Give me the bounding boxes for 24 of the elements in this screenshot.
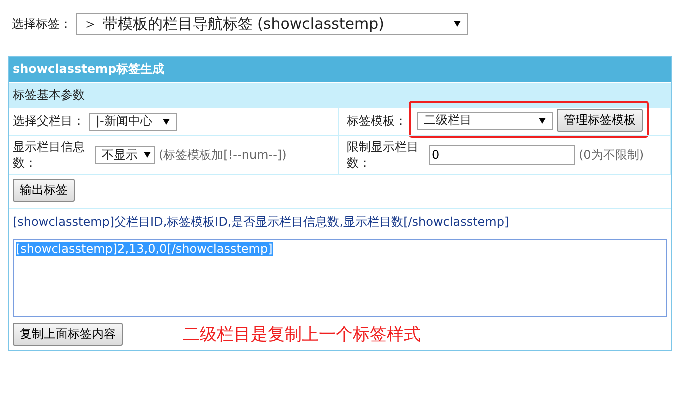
panel-title: showclasstemp标签生成 (9, 57, 671, 82)
field-hint: (标签模板加[!--num--]) (159, 146, 287, 164)
limit-input[interactable]: 0 (429, 145, 575, 165)
count-select[interactable]: 不显示 (95, 146, 155, 164)
field-label: 标签模板： (347, 113, 408, 130)
manage-template-button[interactable]: 管理标签模板 (557, 109, 643, 132)
section-title: 标签基本参数 (9, 82, 671, 107)
caret-icon (144, 152, 151, 158)
annotation-text: 二级栏目是复制上一个标签样式 (183, 324, 421, 346)
output-button[interactable]: 输出标签 (13, 179, 75, 202)
caret-icon (454, 21, 461, 27)
caret-icon (539, 118, 546, 124)
field-label: 选择父栏目： (13, 113, 85, 130)
template-select[interactable]: 二级栏目 (417, 112, 553, 130)
caret-icon (163, 118, 170, 124)
field-hint: (0为不限制) (579, 146, 644, 164)
tag-select[interactable]: ＞ 带模板的栏目导航标签 (showclasstemp) (76, 13, 468, 35)
syntax-text: [showclasstemp]父栏目ID,标签模板ID,是否显示栏目信息数,显示栏目数[/showclasstemp] (9, 208, 671, 236)
field-label: 显示栏目信息数： (13, 139, 86, 171)
select-label: 选择标签： (12, 16, 72, 32)
parent-select[interactable]: |-新闻中心 (89, 112, 177, 130)
field-label: 限制显示栏目数： (347, 139, 420, 171)
selected-code-text: [showclasstemp]2,13,0,0[/showclasstemp] (16, 242, 273, 256)
copy-button[interactable]: 复制上面标签内容 (13, 323, 123, 346)
